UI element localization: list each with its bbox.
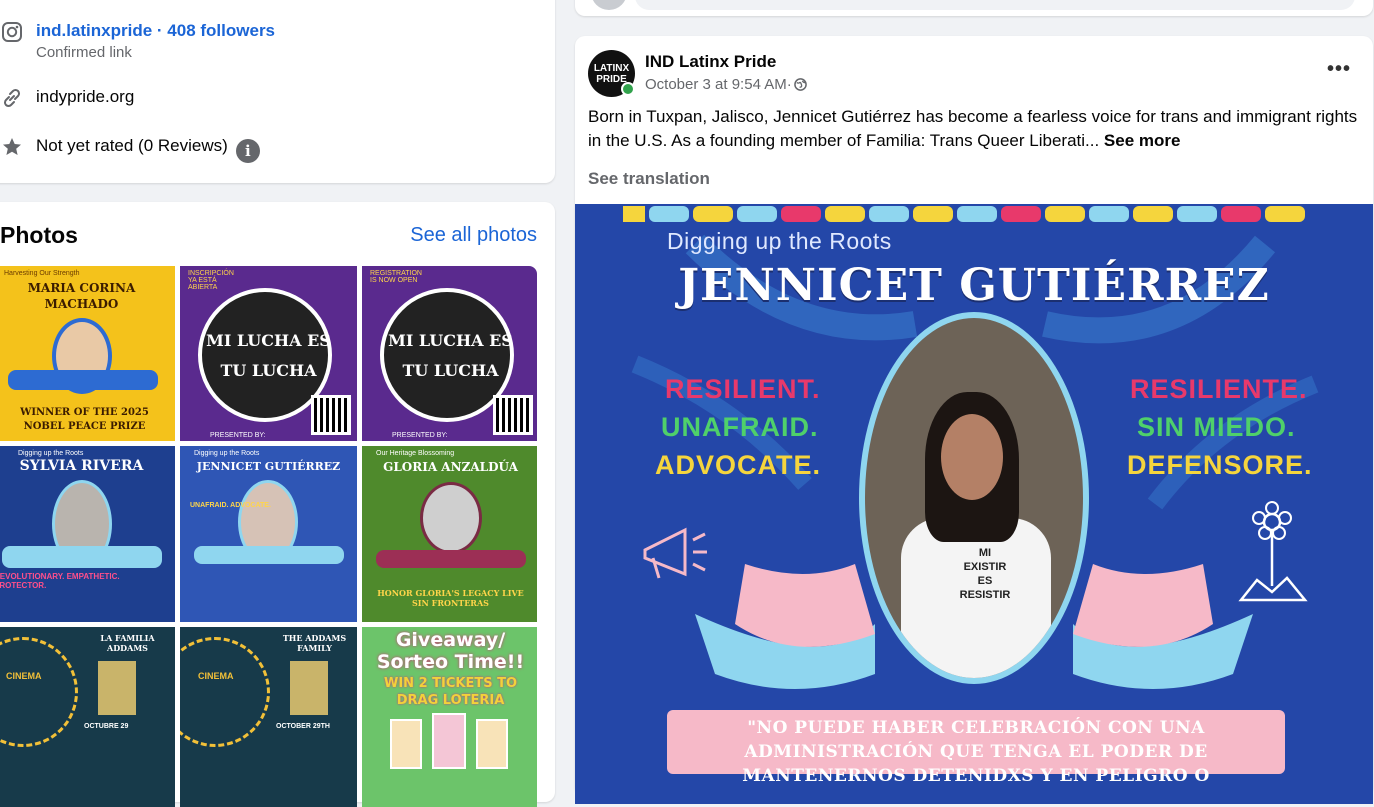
instagram-icon [0, 20, 24, 44]
see-more-link[interactable]: See more [1104, 131, 1181, 150]
photo-tile-caption: WINNER OF THE 2025 NOBEL PEACE PRIZE [20, 407, 149, 432]
photo-tile-small-text: Digging up the Roots [18, 450, 84, 457]
post-body: Born in Tuxpan, Jalisco, Jennicet Gutiér… [588, 105, 1363, 153]
photo-tile-caption: PRESENTED BY: [392, 432, 448, 439]
ribbon-shape [8, 370, 158, 390]
photo-tile-title: MI LUCHA ES TU LUCHA [206, 331, 331, 380]
loteria-card [390, 719, 422, 769]
photo-tile[interactable]: Giveaway/ Sorteo Time!! WIN 2 TICKETS TO… [362, 627, 537, 807]
photo-tile-caption: UNAFRAID. ADVOCATE. [190, 502, 271, 509]
instagram-separator: · [152, 21, 168, 40]
photo-tile[interactable]: REGISTRATION IS NOW OPEN MI LUCHA ES TU … [362, 266, 537, 441]
photo-tile-small-text: Our Heritage Blossoming [376, 450, 455, 457]
online-status-icon [621, 82, 635, 96]
photo-tile-title: GLORIA ANZALDÚA [383, 460, 518, 474]
photo-tile-title: MI LUCHA ES TU LUCHA [388, 331, 513, 380]
post-meta-separator: · [786, 76, 792, 93]
post-image[interactable]: Digging up the Roots JENNICET GUTIÉRREZ … [575, 204, 1373, 804]
photo-tile[interactable]: CINEMA LA FAMILIA ADDAMS OCTUBRE 29 [0, 627, 175, 807]
ribbon-shape [194, 546, 344, 564]
photo-tile-caption: REVOLUTIONARY. EMPATHETIC. PROTECTOR. [0, 572, 120, 590]
photo-tile-caption: WIN 2 TICKETS TO DRAG LOTERIA [383, 676, 518, 708]
star-icon [0, 135, 24, 159]
photo-tile-small-text: CINEMA [198, 671, 234, 681]
instagram-handle[interactable]: ind.latinxpride [36, 21, 152, 40]
post-card: LATINX PRIDE IND Latinx Pride October 3 … [575, 36, 1373, 804]
photo-tile[interactable]: Digging up the Roots SYLVIA RIVERA REVOL… [0, 446, 175, 622]
photo-tile-small-text: Harvesting Our Strength [4, 270, 80, 277]
image-quote: "NO PUEDE HABER CELEBRACIÓN CON UNA ADMI… [667, 710, 1285, 786]
instagram-link[interactable]: ind.latinxpride · 408 followers [36, 20, 275, 42]
loteria-card [432, 713, 466, 769]
photos-title: Photos [0, 222, 78, 248]
ribbon-shape [376, 550, 526, 568]
poster-image [290, 661, 328, 715]
photo-tile-title: JENNICET GUTIÉRREZ [196, 460, 341, 473]
photo-tile-caption: PRESENTED BY: [210, 432, 266, 439]
megaphone-icon [643, 527, 707, 579]
rating-row: Not yet rated (0 Reviews) i [0, 135, 260, 163]
info-icon[interactable]: i [235, 139, 260, 163]
photo-tile-title: SYLVIA RIVERA [19, 458, 144, 474]
portrait-frame [420, 482, 482, 554]
see-translation-link[interactable]: See translation [588, 169, 710, 189]
photo-tile[interactable]: Harvesting Our Strength MARIA CORINA MAC… [0, 266, 175, 441]
avatar-text-line1: LATINX [593, 62, 630, 74]
qr-code [311, 395, 351, 435]
poster-image [98, 661, 136, 715]
post-text: Born in Tuxpan, Jalisco, Jennicet Gutiér… [588, 107, 1358, 150]
photo-tile[interactable]: INSCRIPCIÓN YA ESTÁ ABIERTA MI LUCHA ES … [180, 266, 357, 441]
photo-tile-small-text: Digging up the Roots [194, 450, 260, 457]
photos-card: Photos See all photos Harvesting Our Str… [0, 202, 555, 807]
photo-grid: Harvesting Our Strength MARIA CORINA MAC… [0, 266, 537, 807]
website-link[interactable]: indypride.org [36, 86, 134, 108]
photo-tile-small-text: REGISTRATION IS NOW OPEN [370, 270, 422, 284]
composer-avatar [591, 0, 627, 10]
flower-icon [1238, 501, 1308, 602]
photo-tile-caption: HONOR GLORIA'S LEGACY LIVE SIN FRONTERAS [377, 588, 524, 608]
globe-icon [793, 78, 807, 91]
photo-tile-caption: OCTUBRE 29 [84, 723, 129, 730]
more-options-button[interactable]: ••• [1327, 58, 1351, 81]
link-icon [0, 86, 24, 110]
instagram-followers[interactable]: 408 followers [167, 21, 275, 40]
ribbon-shape [2, 546, 162, 568]
intro-card: ind.latinxpride · 408 followers Confirme… [0, 0, 555, 183]
rating-text: Not yet rated (0 Reviews) [36, 136, 228, 155]
see-all-photos-link[interactable]: See all photos [410, 224, 537, 247]
post-date[interactable]: October 3 at 9:54 AM [645, 76, 787, 93]
photo-tile[interactable]: CINEMA THE ADDAMS FAMILY OCTOBER 29TH [180, 627, 357, 807]
photo-tile-small-text: INSCRIPCIÓN YA ESTÁ ABIERTA [188, 270, 234, 291]
photo-tile-title: MARIA CORINA MACHADO [27, 281, 136, 311]
film-reel-circle [0, 637, 78, 747]
loteria-card [476, 719, 508, 769]
post-author[interactable]: IND Latinx Pride [645, 52, 776, 72]
photo-tile[interactable]: Our Heritage Blossoming GLORIA ANZALDÚA … [362, 446, 537, 622]
website-row[interactable]: indypride.org [0, 86, 134, 110]
photo-tile-small-text: CINEMA [6, 671, 42, 681]
photo-tile-title: THE ADDAMS FAMILY [282, 633, 347, 653]
qr-code [493, 395, 533, 435]
photo-tile[interactable]: Digging up the Roots JENNICET GUTIÉRREZ … [180, 446, 357, 622]
composer-card [575, 0, 1373, 16]
avatar-text-line2: PRIDE [596, 73, 627, 85]
confirmed-link-label: Confirmed link [36, 44, 132, 61]
film-reel-circle [180, 637, 270, 747]
photo-tile-title: Giveaway/ Sorteo Time!! [376, 629, 525, 673]
post-meta: October 3 at 9:54 AM · [645, 76, 807, 93]
photo-tile-caption: OCTOBER 29TH [276, 723, 330, 730]
instagram-row[interactable]: ind.latinxpride · 408 followers Confirme… [0, 20, 275, 61]
composer-input[interactable] [635, 0, 1355, 10]
photo-tile-title: LA FAMILIA ADDAMS [100, 633, 155, 653]
